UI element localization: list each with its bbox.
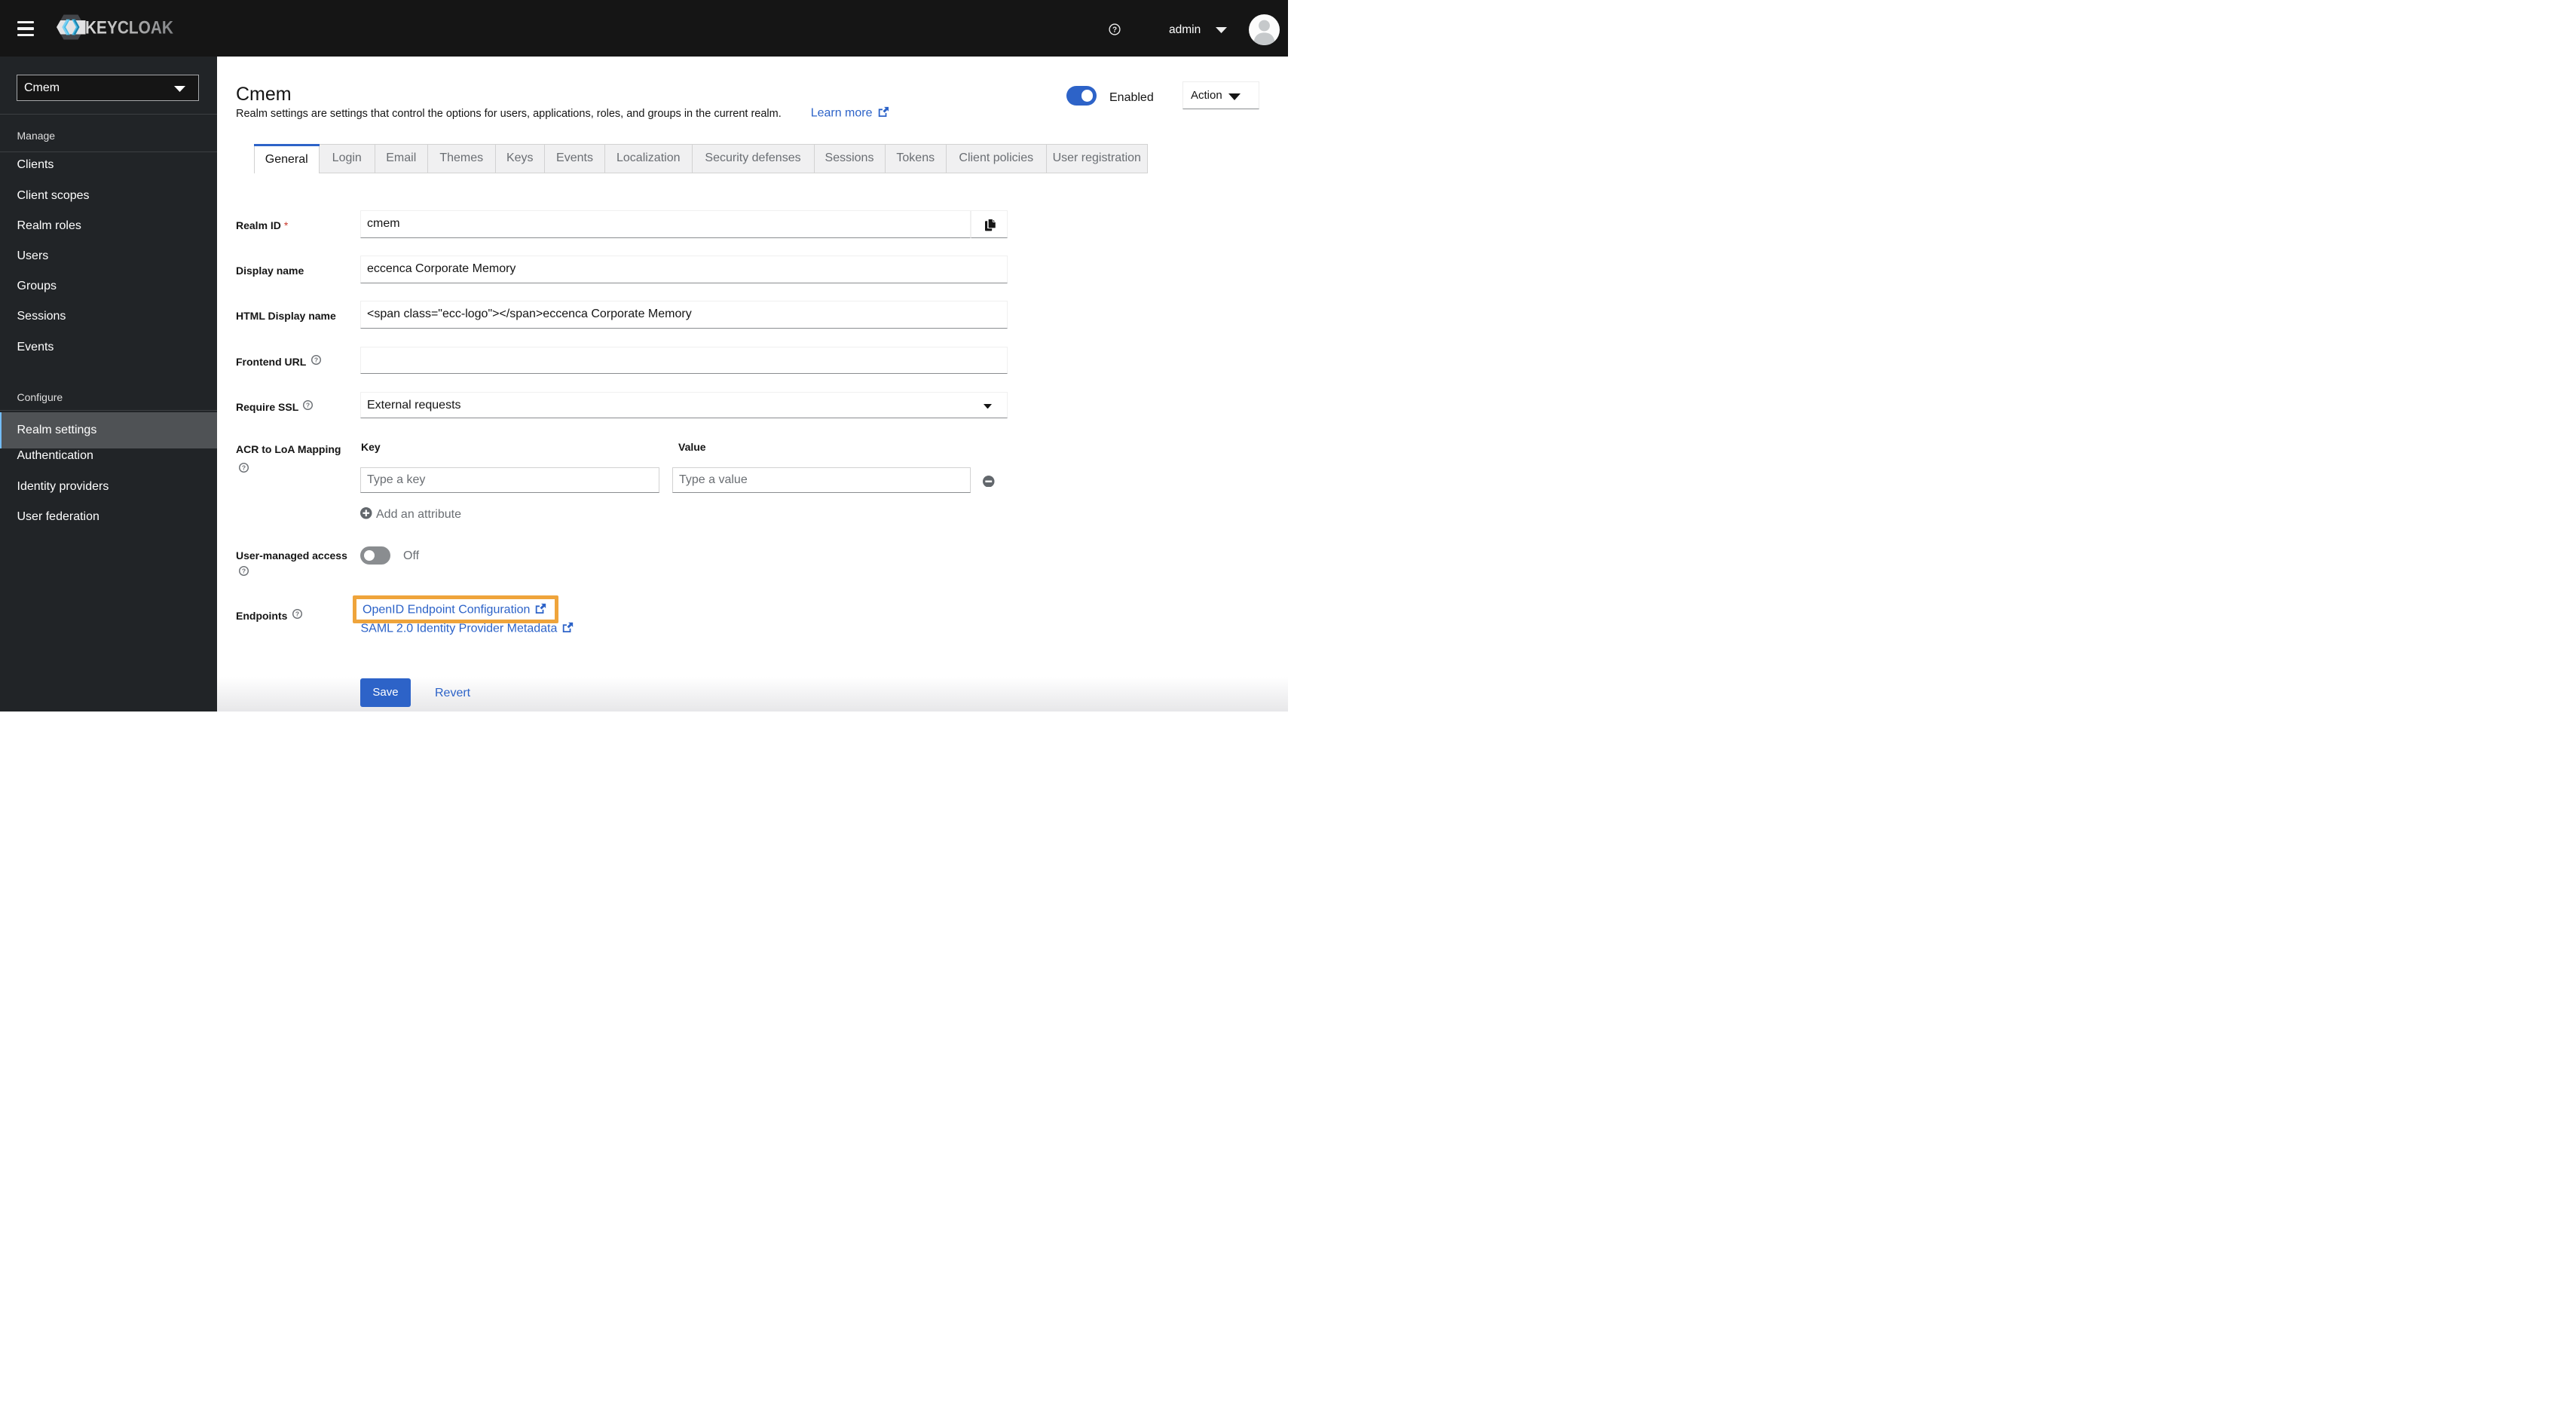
svg-text:?: ?	[1112, 26, 1116, 35]
svg-text:?: ?	[241, 567, 245, 574]
svg-text:?: ?	[295, 611, 298, 618]
svg-text:?: ?	[241, 464, 245, 472]
svg-text:?: ?	[314, 356, 317, 363]
svg-text:KEYCLOAK: KEYCLOAK	[85, 18, 173, 38]
svg-text:?: ?	[306, 402, 310, 409]
